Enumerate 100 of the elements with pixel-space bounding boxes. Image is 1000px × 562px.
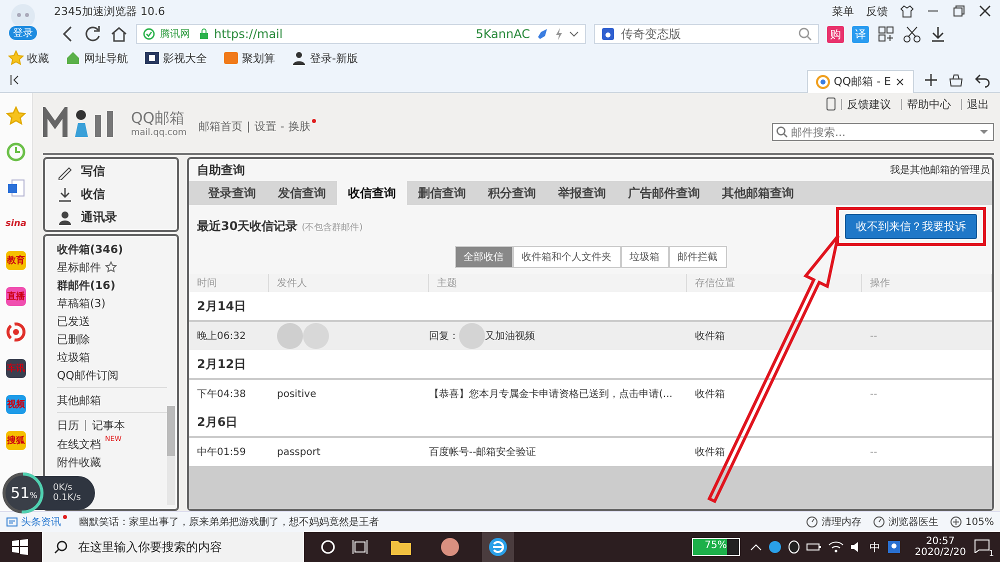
message-icon bbox=[974, 538, 990, 552]
taskbar-search-field[interactable]: 在这里输入你要搜索的内容 bbox=[42, 532, 304, 562]
tab[interactable]: 举报查询 bbox=[547, 181, 617, 205]
input-method-indicator[interactable]: 中 bbox=[870, 540, 881, 554]
refresh-icon[interactable] bbox=[84, 25, 102, 43]
tool-link[interactable]: 日历 bbox=[57, 418, 79, 433]
folder-item[interactable]: 草稿箱(3) bbox=[57, 294, 167, 312]
folder-item[interactable]: QQ邮件订阅 bbox=[57, 366, 167, 384]
app-link[interactable]: 附件收藏 bbox=[57, 453, 167, 471]
status-tool[interactable]: 浏览器医生 bbox=[873, 515, 938, 529]
app-link[interactable]: 在线文档 $^{NEW}$ bbox=[57, 435, 167, 453]
menu-link[interactable]: 菜单 bbox=[832, 4, 854, 18]
mail-row[interactable]: 晚上06:32 回复： 又加油视频 收件箱 -- bbox=[189, 322, 992, 350]
bookmark[interactable]: 登录-新版 bbox=[291, 50, 358, 66]
tab[interactable]: 发信查询 bbox=[267, 181, 337, 205]
tab[interactable]: 登录查询 bbox=[197, 181, 267, 205]
folder-item[interactable]: 收件箱(346) bbox=[57, 240, 167, 258]
subject-text[interactable]: 【恭喜】您本月专属金卡申请资格已送到，点击申请(... bbox=[429, 387, 672, 401]
scrollbar[interactable] bbox=[167, 406, 175, 505]
browser-icon[interactable] bbox=[768, 540, 782, 554]
task-view-icon[interactable] bbox=[352, 539, 368, 555]
folder-item[interactable]: 其他邮箱 bbox=[57, 391, 167, 409]
status-tool[interactable]: 清理内存 bbox=[806, 515, 862, 529]
bookmark[interactable]: 影视大全 bbox=[144, 50, 207, 66]
toolbar-button[interactable]: 购 bbox=[827, 26, 844, 42]
phone-icon[interactable] bbox=[826, 97, 836, 111]
scissors-icon[interactable] bbox=[903, 25, 921, 43]
mail-search-field[interactable]: 邮件搜索... bbox=[772, 123, 994, 141]
bolt-icon[interactable] bbox=[554, 27, 564, 41]
close-icon[interactable] bbox=[978, 4, 992, 18]
address-bar[interactable]: 腾讯网 https://mail 5KannAC bbox=[136, 24, 586, 44]
domain-text: mail.qq.com bbox=[131, 128, 187, 138]
basket-icon[interactable] bbox=[948, 72, 964, 88]
complain-button[interactable]: 收不到来信？我要投诉 bbox=[845, 214, 977, 239]
tab[interactable]: 其他邮箱查询 bbox=[711, 181, 805, 205]
battery-icon[interactable] bbox=[806, 542, 822, 552]
table-cell-text: positive bbox=[276, 388, 318, 400]
shirt-icon[interactable] bbox=[900, 4, 914, 18]
folder-item[interactable]: 群邮件(16) bbox=[57, 276, 167, 294]
sidebar-app[interactable]: sina bbox=[6, 219, 26, 229]
circle-icon[interactable] bbox=[320, 539, 336, 555]
nav-link[interactable]: 邮箱首页 bbox=[198, 119, 243, 134]
nav-link[interactable]: 换肤 bbox=[288, 119, 316, 134]
windows-icon[interactable] bbox=[12, 539, 28, 555]
chevron-up-icon[interactable] bbox=[750, 542, 762, 552]
tab[interactable]: 收信查询 bbox=[337, 181, 407, 205]
folder-item[interactable]: 已删除 bbox=[57, 330, 167, 348]
star-icon[interactable] bbox=[6, 106, 26, 126]
notification-button[interactable]: 1 bbox=[974, 538, 1000, 556]
download-icon[interactable] bbox=[929, 25, 947, 43]
admin-link[interactable]: 我是其他邮箱的管理员 bbox=[890, 163, 990, 177]
folder-item[interactable]: 已发送 bbox=[57, 312, 167, 330]
url-text: https://mail bbox=[214, 27, 283, 41]
action-link[interactable]: 写信 bbox=[57, 163, 177, 180]
home-icon[interactable] bbox=[110, 25, 128, 43]
clock[interactable]: 20:57 2020/2/20 bbox=[914, 536, 966, 558]
login-button[interactable]: 登录 bbox=[9, 26, 37, 40]
user-badge-icon[interactable] bbox=[886, 540, 901, 554]
header-link[interactable]: 帮助中心 bbox=[901, 98, 956, 110]
filter-button[interactable]: 垃圾箱 bbox=[620, 246, 668, 268]
subject-text[interactable]: 回复： bbox=[429, 329, 459, 343]
search-icon[interactable] bbox=[798, 27, 812, 41]
bookmark[interactable]: 收藏 bbox=[8, 50, 49, 66]
filter-button[interactable]: 邮件拦截 bbox=[668, 246, 726, 268]
header-link[interactable]: 反馈建议 bbox=[841, 98, 896, 110]
zoom-control[interactable]: 105% bbox=[950, 516, 994, 528]
search-field[interactable]: 传奇变态版 bbox=[594, 24, 819, 44]
browser-tab[interactable]: QQ邮箱 - E bbox=[806, 70, 914, 92]
action-link[interactable]: 收信 bbox=[57, 186, 177, 203]
bookmark[interactable]: 聚划算 bbox=[223, 50, 275, 66]
news-headline[interactable]: 幽默笑话：家里出事了，原来弟弟把游戏删了，想不妈妈竟然是王者 bbox=[79, 515, 379, 529]
folder-item[interactable]: 星标邮件 bbox=[57, 258, 167, 276]
tool-link[interactable]: 记事本 bbox=[85, 420, 125, 431]
undo-icon[interactable] bbox=[974, 72, 992, 88]
nav-link[interactable]: 设置 bbox=[254, 119, 276, 134]
deal-icon bbox=[223, 50, 239, 66]
filter-button[interactable]: 全部收信 bbox=[454, 246, 512, 268]
document-icon[interactable] bbox=[6, 178, 26, 198]
menu-link[interactable]: 反馈 bbox=[866, 4, 888, 18]
close-icon[interactable] bbox=[895, 76, 905, 86]
tab[interactable]: 删信查询 bbox=[407, 181, 477, 205]
filter-button[interactable]: 收件箱和个人文件夹 bbox=[512, 246, 620, 268]
avatar-icon[interactable] bbox=[8, 3, 38, 29]
grid-icon[interactable] bbox=[877, 25, 895, 43]
restore-icon[interactable] bbox=[952, 4, 966, 18]
browser-icon[interactable] bbox=[482, 532, 514, 562]
header-link[interactable]: 退出 bbox=[961, 98, 994, 110]
tab[interactable]: 广告邮件查询 bbox=[617, 181, 711, 205]
wifi-icon[interactable] bbox=[828, 541, 844, 553]
add-tab-icon[interactable] bbox=[924, 73, 938, 87]
swirl-icon[interactable] bbox=[6, 322, 26, 342]
news-label[interactable]: 头条资讯 bbox=[6, 515, 61, 529]
action-link[interactable]: 通讯录 bbox=[57, 209, 177, 226]
folder-item[interactable]: 垃圾箱 bbox=[57, 348, 167, 366]
bookmark[interactable]: 网址导航 bbox=[65, 50, 128, 66]
caret-icon[interactable] bbox=[569, 30, 579, 38]
subject-text[interactable]: 又加油视频 bbox=[485, 329, 535, 343]
caret-icon bbox=[980, 129, 988, 135]
tab[interactable]: 积分查询 bbox=[477, 181, 547, 205]
subject-text[interactable]: 百度帐号--邮箱安全验证 bbox=[429, 445, 536, 459]
